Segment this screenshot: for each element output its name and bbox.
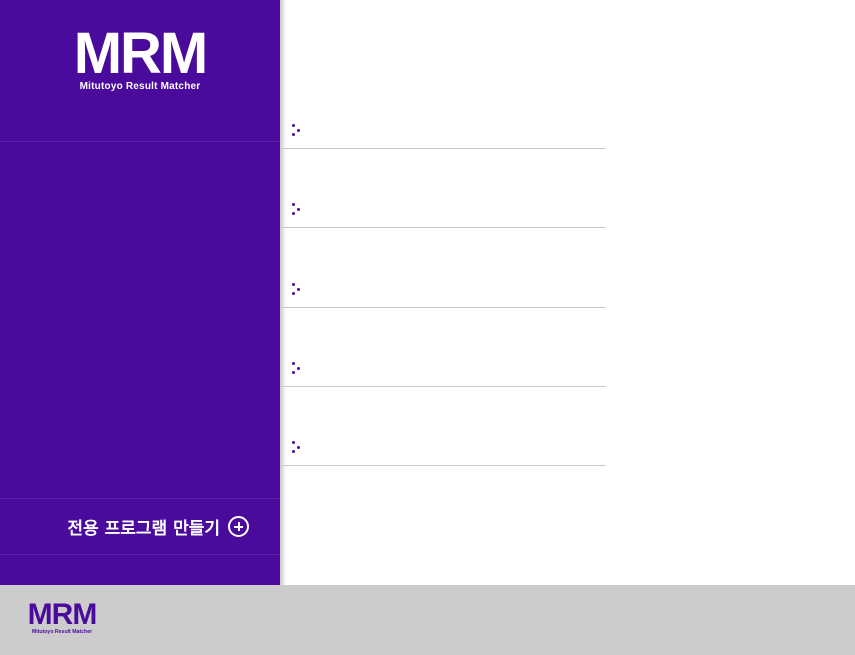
- footer: MRM Mitutoyo Result Matcher: [0, 585, 855, 655]
- footer-logo-subtitle: Mitutoyo Result Matcher: [31, 629, 93, 635]
- plus-circle-icon: [228, 516, 249, 537]
- list-item[interactable]: [280, 70, 606, 149]
- logo-subtitle: Mitutoyo Result Matcher: [79, 81, 201, 92]
- sidebar: MRM Mitutoyo Result Matcher 전용 프로그램 만들기: [0, 0, 280, 585]
- bullet-dots-icon: [291, 441, 301, 453]
- logo-mark: MRM: [73, 21, 209, 86]
- list-item[interactable]: [280, 308, 606, 387]
- list-divider: [280, 465, 606, 466]
- bullet-dots-icon: [291, 283, 301, 295]
- create-program-button[interactable]: 전용 프로그램 만들기: [0, 499, 280, 554]
- sidebar-divider: [0, 141, 280, 142]
- list-divider: [280, 227, 606, 228]
- bullet-dots-icon: [291, 124, 301, 136]
- app-logo: MRM Mitutoyo Result Matcher: [68, 21, 212, 94]
- footer-logo: MRM Mitutoyo Result Matcher: [25, 598, 99, 636]
- bullet-dots-icon: [291, 203, 301, 215]
- bullet-dots-icon: [291, 362, 301, 374]
- list-item[interactable]: [280, 387, 606, 466]
- list-item[interactable]: [280, 229, 606, 308]
- create-program-label: 전용 프로그램 만들기: [67, 519, 220, 539]
- footer-logo-mark: MRM: [27, 598, 98, 631]
- list-item[interactable]: [280, 149, 606, 228]
- sidebar-divider: [0, 554, 280, 555]
